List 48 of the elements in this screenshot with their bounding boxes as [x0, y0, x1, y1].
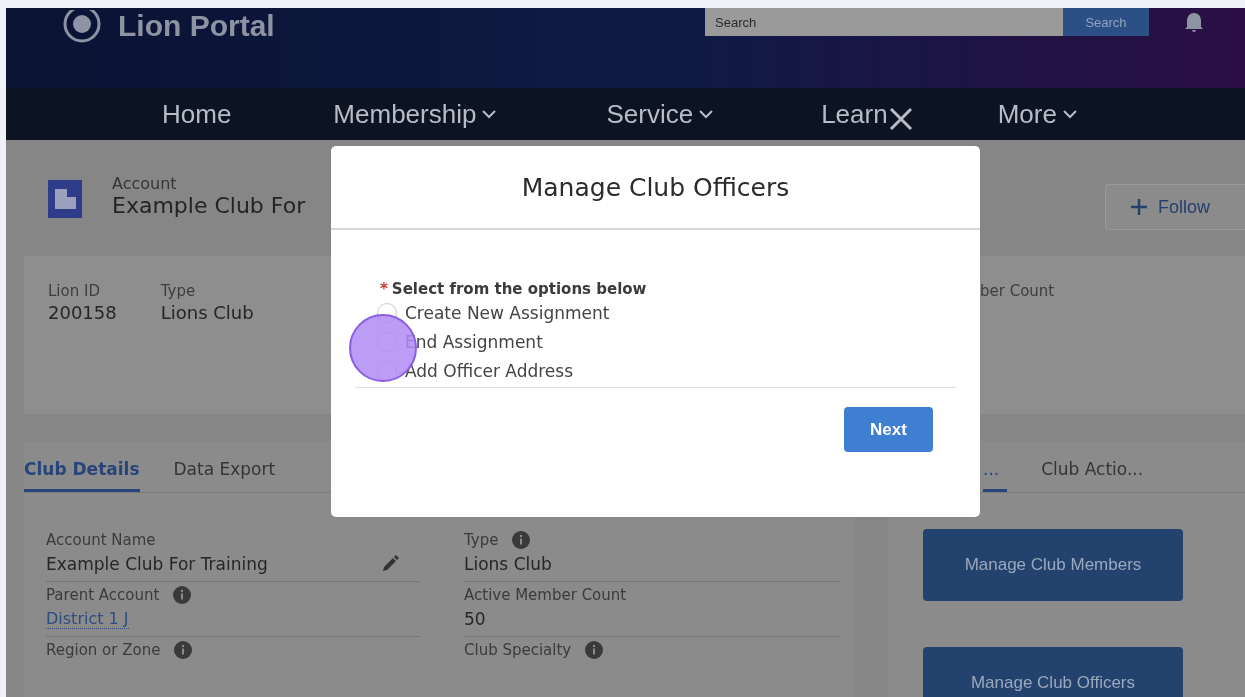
- search-field[interactable]: Search: [705, 8, 1063, 36]
- field-label: Type: [464, 531, 499, 549]
- next-button[interactable]: Next: [844, 407, 933, 452]
- field-label: Region or Zone: [46, 641, 161, 659]
- bell-icon[interactable]: [1183, 10, 1205, 34]
- nav-item[interactable]: Home: [162, 98, 232, 130]
- search-button[interactable]: Search: [1063, 8, 1149, 36]
- nav-item[interactable]: Membership: [333, 98, 497, 130]
- info-icon[interactable]: [173, 586, 192, 604]
- field-label: Parent Account: [46, 586, 160, 604]
- options-prompt: * Select from the options below: [379, 280, 648, 298]
- tab[interactable]: Club Actio...: [1041, 441, 1152, 492]
- nav-item[interactable]: Service: [606, 98, 714, 130]
- chevron-down-icon: [482, 109, 497, 119]
- portal-title: Lion Portal: [118, 8, 275, 44]
- tab[interactable]: Data Export: [173, 441, 276, 492]
- pencil-icon[interactable]: [380, 554, 400, 574]
- info-icon[interactable]: [585, 641, 604, 659]
- nav-item[interactable]: Learn: [821, 96, 914, 132]
- field-value: Lions Club: [464, 554, 552, 574]
- highlight-label: ber Count: [980, 282, 1056, 302]
- chevron-down-icon: [699, 109, 714, 119]
- highlight-value: Lions Club: [160, 302, 254, 323]
- field-label: Account Name: [46, 531, 156, 549]
- action-button[interactable]: Manage Club Officers: [923, 647, 1183, 697]
- field-link[interactable]: District 1 J: [46, 609, 129, 629]
- close-icon: [887, 106, 914, 132]
- record-type: Account: [112, 174, 178, 193]
- modal-title: Manage Club Officers: [331, 146, 980, 230]
- record-name: Example Club For: [112, 193, 306, 218]
- building-icon: [48, 180, 82, 218]
- field-label: Club Specialty: [464, 641, 572, 659]
- field-label: Active Member Count: [464, 586, 627, 604]
- field-value: 50: [464, 609, 486, 629]
- action-button[interactable]: Manage Club Members: [923, 529, 1183, 601]
- follow-button[interactable]: Follow: [1105, 184, 1245, 230]
- highlight-value: 200158: [48, 302, 117, 323]
- tab[interactable]: ...: [983, 441, 1008, 492]
- field-value: Example Club For Training: [46, 554, 268, 574]
- highlight-label: Type: [160, 282, 197, 300]
- info-icon[interactable]: [174, 641, 193, 659]
- chevron-down-icon: [1062, 109, 1077, 119]
- info-icon[interactable]: [512, 531, 531, 549]
- nav-item[interactable]: More: [997, 98, 1077, 130]
- tab[interactable]: Club Details: [24, 441, 140, 492]
- highlight-label: Lion ID: [48, 282, 101, 300]
- plus-icon: [1130, 198, 1148, 216]
- required-mark: *: [380, 280, 388, 298]
